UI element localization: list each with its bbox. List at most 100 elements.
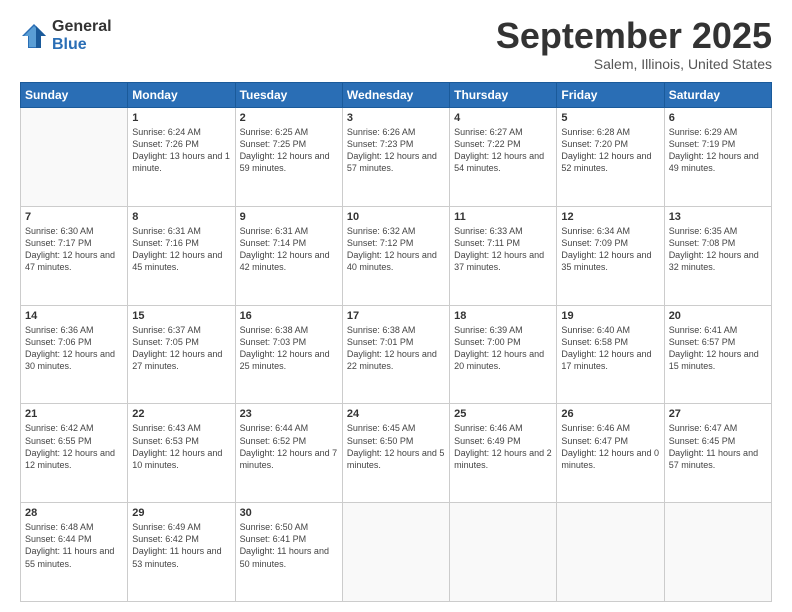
day-number: 2	[240, 112, 338, 124]
table-row: 14 Sunrise: 6:36 AM Sunset: 7:06 PM Dayli…	[21, 305, 128, 404]
calendar-week-row: 7Sunrise: 6:30 AM Sunset: 7:17 PM Daylig…	[21, 206, 772, 305]
logo-icon	[20, 22, 48, 50]
table-row: 17 Sunrise: 6:38 AM Sunset: 7:01 PM Dayli…	[342, 305, 449, 404]
day-number: 25	[454, 408, 552, 420]
day-info: Sunrise: 6:26 AM Sunset: 7:23 PM Dayligh…	[347, 126, 445, 175]
day-number: 27	[669, 408, 767, 420]
day-number: 22	[132, 408, 230, 420]
table-row: 6Sunrise: 6:29 AM Sunset: 7:19 PM Daylig…	[664, 108, 771, 207]
day-number: 20	[669, 310, 767, 322]
day-info: Sunrise: 6:43 AM Sunset: 6:53 PM Dayligh…	[132, 422, 230, 471]
day-info: Sunrise: 6:31 AM Sunset: 7:16 PM Dayligh…	[132, 225, 230, 274]
day-info: Sunrise: 6:38 AM Sunset: 7:03 PM Dayligh…	[240, 324, 338, 373]
day-info: Sunrise: 6:34 AM Sunset: 7:09 PM Dayligh…	[561, 225, 659, 274]
table-row: 10Sunrise: 6:32 AM Sunset: 7:12 PM Dayli…	[342, 206, 449, 305]
day-number: 6	[669, 112, 767, 124]
day-number: 9	[240, 211, 338, 223]
day-info: Sunrise: 6:50 AM Sunset: 6:41 PM Dayligh…	[240, 521, 338, 570]
table-row: 16 Sunrise: 6:38 AM Sunset: 7:03 PM Dayli…	[235, 305, 342, 404]
table-row: 26 Sunrise: 6:46 AM Sunset: 6:47 PM Dayli…	[557, 404, 664, 503]
day-number: 10	[347, 211, 445, 223]
day-info: Sunrise: 6:36 AM Sunset: 7:06 PM Dayligh…	[25, 324, 123, 373]
day-info: Sunrise: 6:25 AM Sunset: 7:25 PM Dayligh…	[240, 126, 338, 175]
day-info: Sunrise: 6:44 AM Sunset: 6:52 PM Dayligh…	[240, 422, 338, 471]
table-row: 3 Sunrise: 6:26 AM Sunset: 7:23 PM Daylig…	[342, 108, 449, 207]
header-monday: Monday	[128, 83, 235, 108]
day-info: Sunrise: 6:30 AM Sunset: 7:17 PM Dayligh…	[25, 225, 123, 274]
table-row: 18Sunrise: 6:39 AM Sunset: 7:00 PM Dayli…	[450, 305, 557, 404]
calendar-header-row: Sunday Monday Tuesday Wednesday Thursday…	[21, 83, 772, 108]
day-info: Sunrise: 6:31 AM Sunset: 7:14 PM Dayligh…	[240, 225, 338, 274]
header-friday: Friday	[557, 83, 664, 108]
table-row: 15Sunrise: 6:37 AM Sunset: 7:05 PM Dayli…	[128, 305, 235, 404]
day-number: 13	[669, 211, 767, 223]
location: Salem, Illinois, United States	[496, 56, 772, 72]
logo: General Blue	[20, 18, 112, 53]
table-row: 7Sunrise: 6:30 AM Sunset: 7:17 PM Daylig…	[21, 206, 128, 305]
day-number: 26	[561, 408, 659, 420]
day-info: Sunrise: 6:28 AM Sunset: 7:20 PM Dayligh…	[561, 126, 659, 175]
table-row: 19 Sunrise: 6:40 AM Sunset: 6:58 PM Dayli…	[557, 305, 664, 404]
table-row: 25 Sunrise: 6:46 AM Sunset: 6:49 PM Dayli…	[450, 404, 557, 503]
calendar-week-row: 1Sunrise: 6:24 AM Sunset: 7:26 PM Daylig…	[21, 108, 772, 207]
day-info: Sunrise: 6:33 AM Sunset: 7:11 PM Dayligh…	[454, 225, 552, 274]
day-number: 17	[347, 310, 445, 322]
day-number: 24	[347, 408, 445, 420]
day-info: Sunrise: 6:39 AM Sunset: 7:00 PM Dayligh…	[454, 324, 552, 373]
day-info: Sunrise: 6:42 AM Sunset: 6:55 PM Dayligh…	[25, 422, 123, 471]
day-info: Sunrise: 6:46 AM Sunset: 6:49 PM Dayligh…	[454, 422, 552, 471]
day-number: 3	[347, 112, 445, 124]
day-number: 19	[561, 310, 659, 322]
day-info: Sunrise: 6:45 AM Sunset: 6:50 PM Dayligh…	[347, 422, 445, 471]
table-row: 4 Sunrise: 6:27 AM Sunset: 7:22 PM Daylig…	[450, 108, 557, 207]
logo-text: General Blue	[52, 18, 112, 53]
logo-blue: Blue	[52, 36, 112, 54]
table-row: 29Sunrise: 6:49 AM Sunset: 6:42 PM Dayli…	[128, 503, 235, 602]
day-number: 5	[561, 112, 659, 124]
table-row: 2 Sunrise: 6:25 AM Sunset: 7:25 PM Daylig…	[235, 108, 342, 207]
table-row: 9 Sunrise: 6:31 AM Sunset: 7:14 PM Daylig…	[235, 206, 342, 305]
day-info: Sunrise: 6:27 AM Sunset: 7:22 PM Dayligh…	[454, 126, 552, 175]
title-section: September 2025 Salem, Illinois, United S…	[496, 18, 772, 72]
table-row: 30 Sunrise: 6:50 AM Sunset: 6:41 PM Dayli…	[235, 503, 342, 602]
day-info: Sunrise: 6:35 AM Sunset: 7:08 PM Dayligh…	[669, 225, 767, 274]
table-row: 8 Sunrise: 6:31 AM Sunset: 7:16 PM Daylig…	[128, 206, 235, 305]
table-row: 23 Sunrise: 6:44 AM Sunset: 6:52 PM Dayli…	[235, 404, 342, 503]
day-number: 11	[454, 211, 552, 223]
day-number: 23	[240, 408, 338, 420]
day-number: 1	[132, 112, 230, 124]
table-row: 24 Sunrise: 6:45 AM Sunset: 6:50 PM Dayli…	[342, 404, 449, 503]
header-saturday: Saturday	[664, 83, 771, 108]
day-number: 12	[561, 211, 659, 223]
day-number: 16	[240, 310, 338, 322]
table-row: 20 Sunrise: 6:41 AM Sunset: 6:57 PM Dayli…	[664, 305, 771, 404]
table-row	[21, 108, 128, 207]
table-row: 11 Sunrise: 6:33 AM Sunset: 7:11 PM Dayli…	[450, 206, 557, 305]
month-title: September 2025	[496, 18, 772, 54]
day-number: 4	[454, 112, 552, 124]
logo-general: General	[52, 18, 112, 36]
page: General Blue September 2025 Salem, Illin…	[0, 0, 792, 612]
day-number: 15	[132, 310, 230, 322]
table-row: 21Sunrise: 6:42 AM Sunset: 6:55 PM Dayli…	[21, 404, 128, 503]
table-row: 28 Sunrise: 6:48 AM Sunset: 6:44 PM Dayli…	[21, 503, 128, 602]
table-row: 27 Sunrise: 6:47 AM Sunset: 6:45 PM Dayli…	[664, 404, 771, 503]
table-row	[664, 503, 771, 602]
calendar-week-row: 28 Sunrise: 6:48 AM Sunset: 6:44 PM Dayli…	[21, 503, 772, 602]
day-info: Sunrise: 6:40 AM Sunset: 6:58 PM Dayligh…	[561, 324, 659, 373]
day-number: 30	[240, 507, 338, 519]
table-row: 5 Sunrise: 6:28 AM Sunset: 7:20 PM Daylig…	[557, 108, 664, 207]
day-info: Sunrise: 6:38 AM Sunset: 7:01 PM Dayligh…	[347, 324, 445, 373]
day-number: 28	[25, 507, 123, 519]
day-number: 8	[132, 211, 230, 223]
table-row: 13 Sunrise: 6:35 AM Sunset: 7:08 PM Dayli…	[664, 206, 771, 305]
day-number: 14	[25, 310, 123, 322]
header-tuesday: Tuesday	[235, 83, 342, 108]
top-section: General Blue September 2025 Salem, Illin…	[20, 18, 772, 72]
day-info: Sunrise: 6:46 AM Sunset: 6:47 PM Dayligh…	[561, 422, 659, 471]
table-row	[557, 503, 664, 602]
day-info: Sunrise: 6:47 AM Sunset: 6:45 PM Dayligh…	[669, 422, 767, 471]
table-row: 12 Sunrise: 6:34 AM Sunset: 7:09 PM Dayli…	[557, 206, 664, 305]
day-info: Sunrise: 6:41 AM Sunset: 6:57 PM Dayligh…	[669, 324, 767, 373]
day-info: Sunrise: 6:48 AM Sunset: 6:44 PM Dayligh…	[25, 521, 123, 570]
